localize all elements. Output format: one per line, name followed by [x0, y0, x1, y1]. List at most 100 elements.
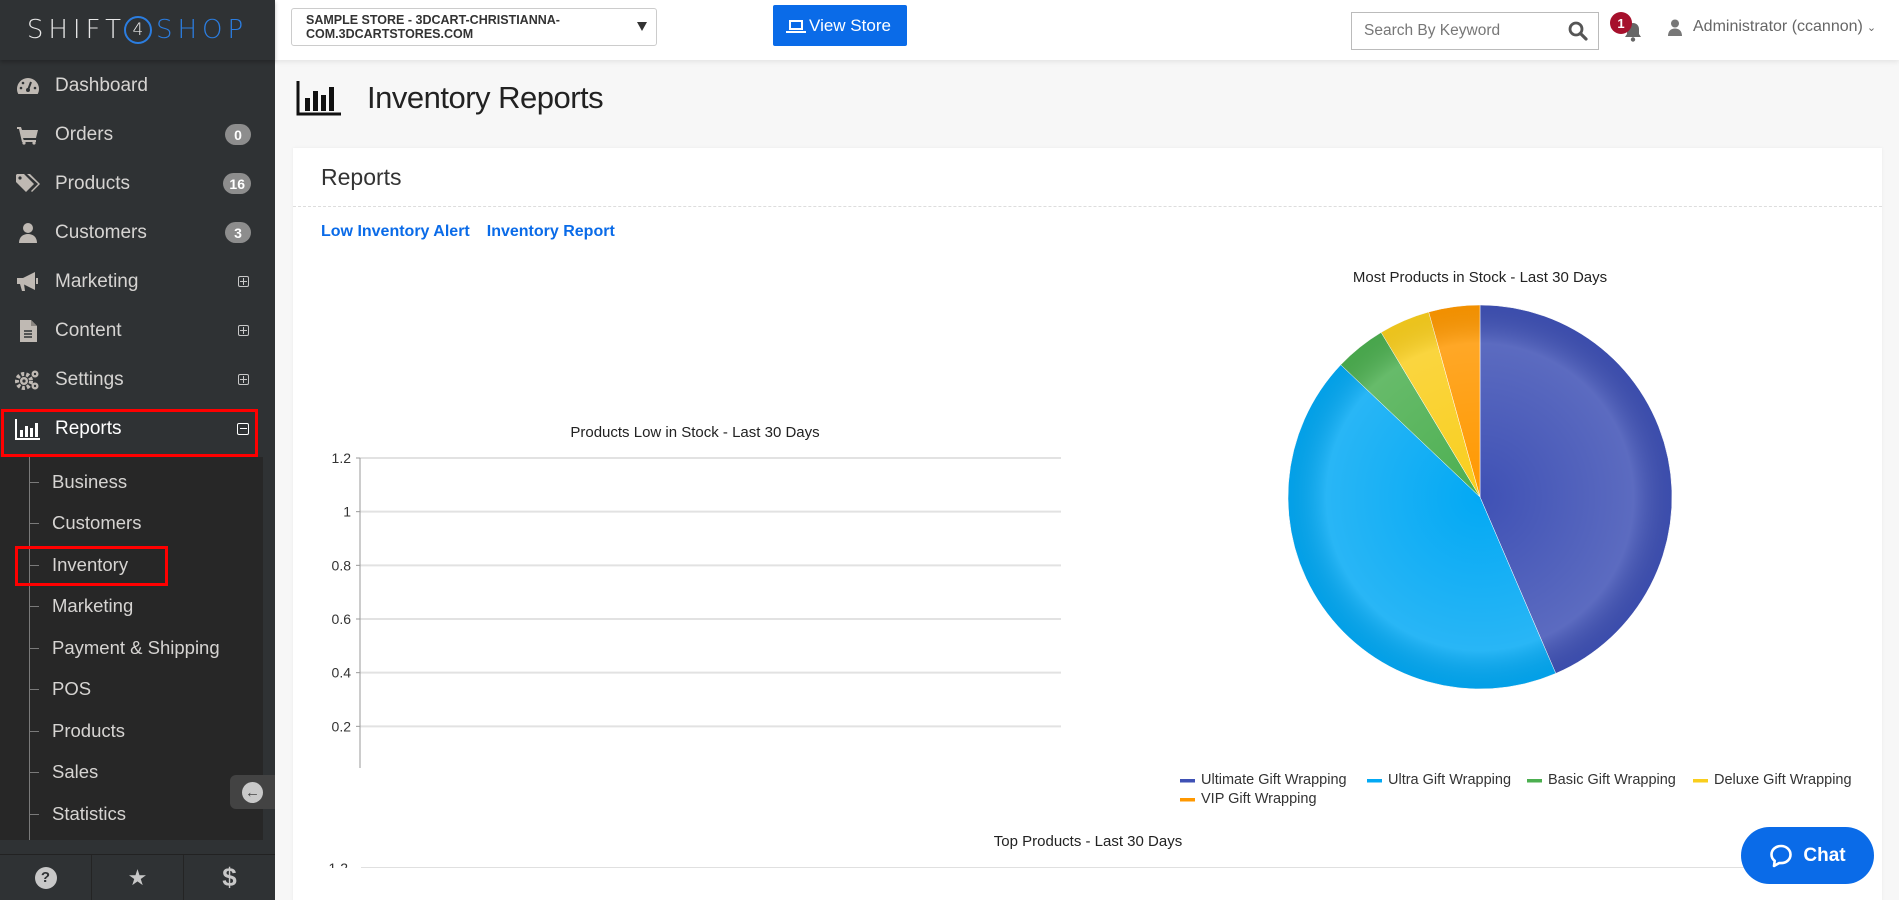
shift4shop-logo[interactable]: SHIFT 4 SHOP [0, 0, 275, 60]
collapse-sidebar-button[interactable]: ← [230, 775, 275, 809]
tree-branch [29, 564, 39, 566]
submenu-item-inventory[interactable]: Inventory [29, 545, 128, 585]
reports-submenu: Business Customers Inventory Marketing P… [0, 457, 263, 840]
top-header: SAMPLE STORE - 3DCART-CHRISTIANNA-COM.3D… [275, 0, 1899, 60]
submenu-label: Business [52, 471, 128, 492]
laptop-icon [786, 19, 807, 33]
store-selector-dropdown[interactable]: SAMPLE STORE - 3DCART-CHRISTIANNA-COM.3D… [291, 8, 657, 46]
dollar-icon: $ [222, 862, 237, 892]
user-icon [14, 221, 42, 245]
tags-icon [14, 172, 42, 196]
legend-label[interactable]: Deluxe Gift Wrapping [1714, 772, 1852, 788]
submenu-label: POS [52, 678, 92, 699]
low-inventory-alert-link[interactable]: Low Inventory Alert [321, 223, 470, 241]
view-store-button[interactable]: View Store [773, 5, 907, 46]
gears-icon [14, 368, 42, 392]
notifications-button[interactable]: 1 [1610, 12, 1644, 46]
legend-label[interactable]: VIP Gift Wrapping [1201, 791, 1317, 807]
sidebar-item-orders[interactable]: Orders 0 [0, 110, 275, 159]
user-name: Administrator (ccannon) [1693, 18, 1863, 35]
legend-swatch [1527, 779, 1542, 783]
products-count-badge: 16 [223, 173, 251, 194]
bar-chart-icon [14, 417, 42, 441]
tree-branch [29, 605, 39, 607]
question-circle-icon: ? [34, 866, 57, 889]
keyword-search-box [1351, 12, 1599, 50]
caret-down-icon [637, 22, 647, 31]
y-tick-label: 0.4 [332, 665, 352, 681]
keyword-search-input[interactable] [1364, 22, 1564, 40]
sidebar-item-settings[interactable]: Settings [0, 355, 275, 404]
expand-icon[interactable] [238, 276, 249, 287]
y-tick-label: 0.2 [332, 718, 352, 734]
submenu-label: Marketing [52, 595, 134, 616]
dashboard-icon [14, 74, 42, 98]
tree-branch [29, 813, 39, 815]
submenu-label: Products [52, 720, 126, 741]
sidebar-nav: Dashboard Orders 0 Products 16 Customers… [0, 61, 275, 453]
tree-branch [29, 522, 39, 524]
y-tick-label: 1.2 [332, 450, 352, 466]
submenu-label: Sales [52, 761, 99, 782]
legend-swatch [1180, 779, 1195, 783]
page-title: Inventory Reports [296, 80, 604, 116]
sidebar-item-marketing[interactable]: Marketing [0, 257, 275, 306]
top-products-chart: Top Products - Last 30 Days 1.2 [329, 833, 1853, 868]
submenu-item-statistics[interactable]: Statistics [29, 794, 126, 834]
star-icon: ★ [127, 864, 148, 890]
inventory-report-link[interactable]: Inventory Report [487, 223, 615, 241]
expand-icon[interactable] [238, 374, 249, 385]
legend-swatch [1367, 779, 1382, 783]
legend-label[interactable]: Ultra Gift Wrapping [1388, 772, 1511, 788]
submenu-item-sales[interactable]: Sales [29, 752, 98, 792]
report-links: Low Inventory Alert Inventory Report [321, 223, 615, 241]
legend-swatch [1693, 779, 1708, 783]
chat-bubble-icon [1770, 844, 1793, 867]
tree-branch [29, 481, 39, 483]
sidebar-item-content[interactable]: Content [0, 306, 275, 355]
most-in-stock-pie-chart: Most Products in Stock - Last 30 Days Ul… [1180, 269, 1852, 807]
submenu-label: Customers [52, 512, 142, 533]
legend-label[interactable]: Basic Gift Wrapping [1548, 772, 1676, 788]
submenu-item-business[interactable]: Business [29, 462, 127, 502]
arrow-left-icon: ← [242, 781, 263, 803]
submenu-item-customers[interactable]: Customers [29, 503, 141, 543]
y-tick-label: 0.6 [332, 611, 352, 627]
sidebar-item-customers[interactable]: Customers 3 [0, 208, 275, 257]
tree-branch [29, 688, 39, 690]
low-stock-bar-chart: Products Low in Stock - Last 30 Days 00.… [332, 424, 1061, 768]
favorites-button[interactable]: ★ [92, 855, 184, 900]
search-icon[interactable] [1568, 21, 1588, 41]
reports-card: Reports Low Inventory Alert Inventory Re… [293, 148, 1882, 900]
customers-count-badge: 3 [225, 222, 251, 243]
submenu-item-products[interactable]: Products [29, 711, 125, 751]
sidebar: SHIFT 4 SHOP Dashboard Orders 0 Products 1… [0, 0, 275, 900]
chevron-down-icon: ⌄ [1866, 21, 1877, 34]
sidebar-item-dashboard[interactable]: Dashboard [0, 61, 275, 110]
chat-label: Chat [1803, 844, 1846, 866]
collapse-icon[interactable] [237, 422, 249, 435]
logo-four-circle: 4 [123, 16, 152, 44]
user-account-menu[interactable]: Administrator (ccannon) ⌄ [1667, 18, 1876, 36]
chat-button[interactable]: Chat [1741, 827, 1874, 884]
orders-count-badge: 0 [225, 124, 251, 145]
sidebar-item-reports[interactable]: Reports [0, 404, 275, 453]
notification-count-badge: 1 [1610, 12, 1632, 34]
y-tick-label: 0.8 [332, 557, 352, 573]
logo-text-right: SHOP [155, 15, 249, 45]
sidebar-item-label: Dashboard [55, 74, 148, 96]
user-icon [1668, 19, 1682, 36]
submenu-item-marketing[interactable]: Marketing [29, 586, 133, 626]
cart-icon [14, 123, 42, 147]
help-button[interactable]: ? [0, 855, 92, 900]
sidebar-item-products[interactable]: Products 16 [0, 159, 275, 208]
tree-branch [29, 647, 39, 649]
legend-swatch [1180, 798, 1195, 802]
expand-icon[interactable] [238, 325, 249, 336]
submenu-item-pos[interactable]: POS [29, 669, 91, 709]
sidebar-footer: ? ★ $ [0, 854, 275, 900]
submenu-item-payment-shipping[interactable]: Payment & Shipping [29, 628, 220, 668]
billing-button[interactable]: $ [184, 855, 275, 900]
legend-label[interactable]: Ultimate Gift Wrapping [1201, 772, 1347, 788]
card-header: Reports [293, 148, 1882, 207]
